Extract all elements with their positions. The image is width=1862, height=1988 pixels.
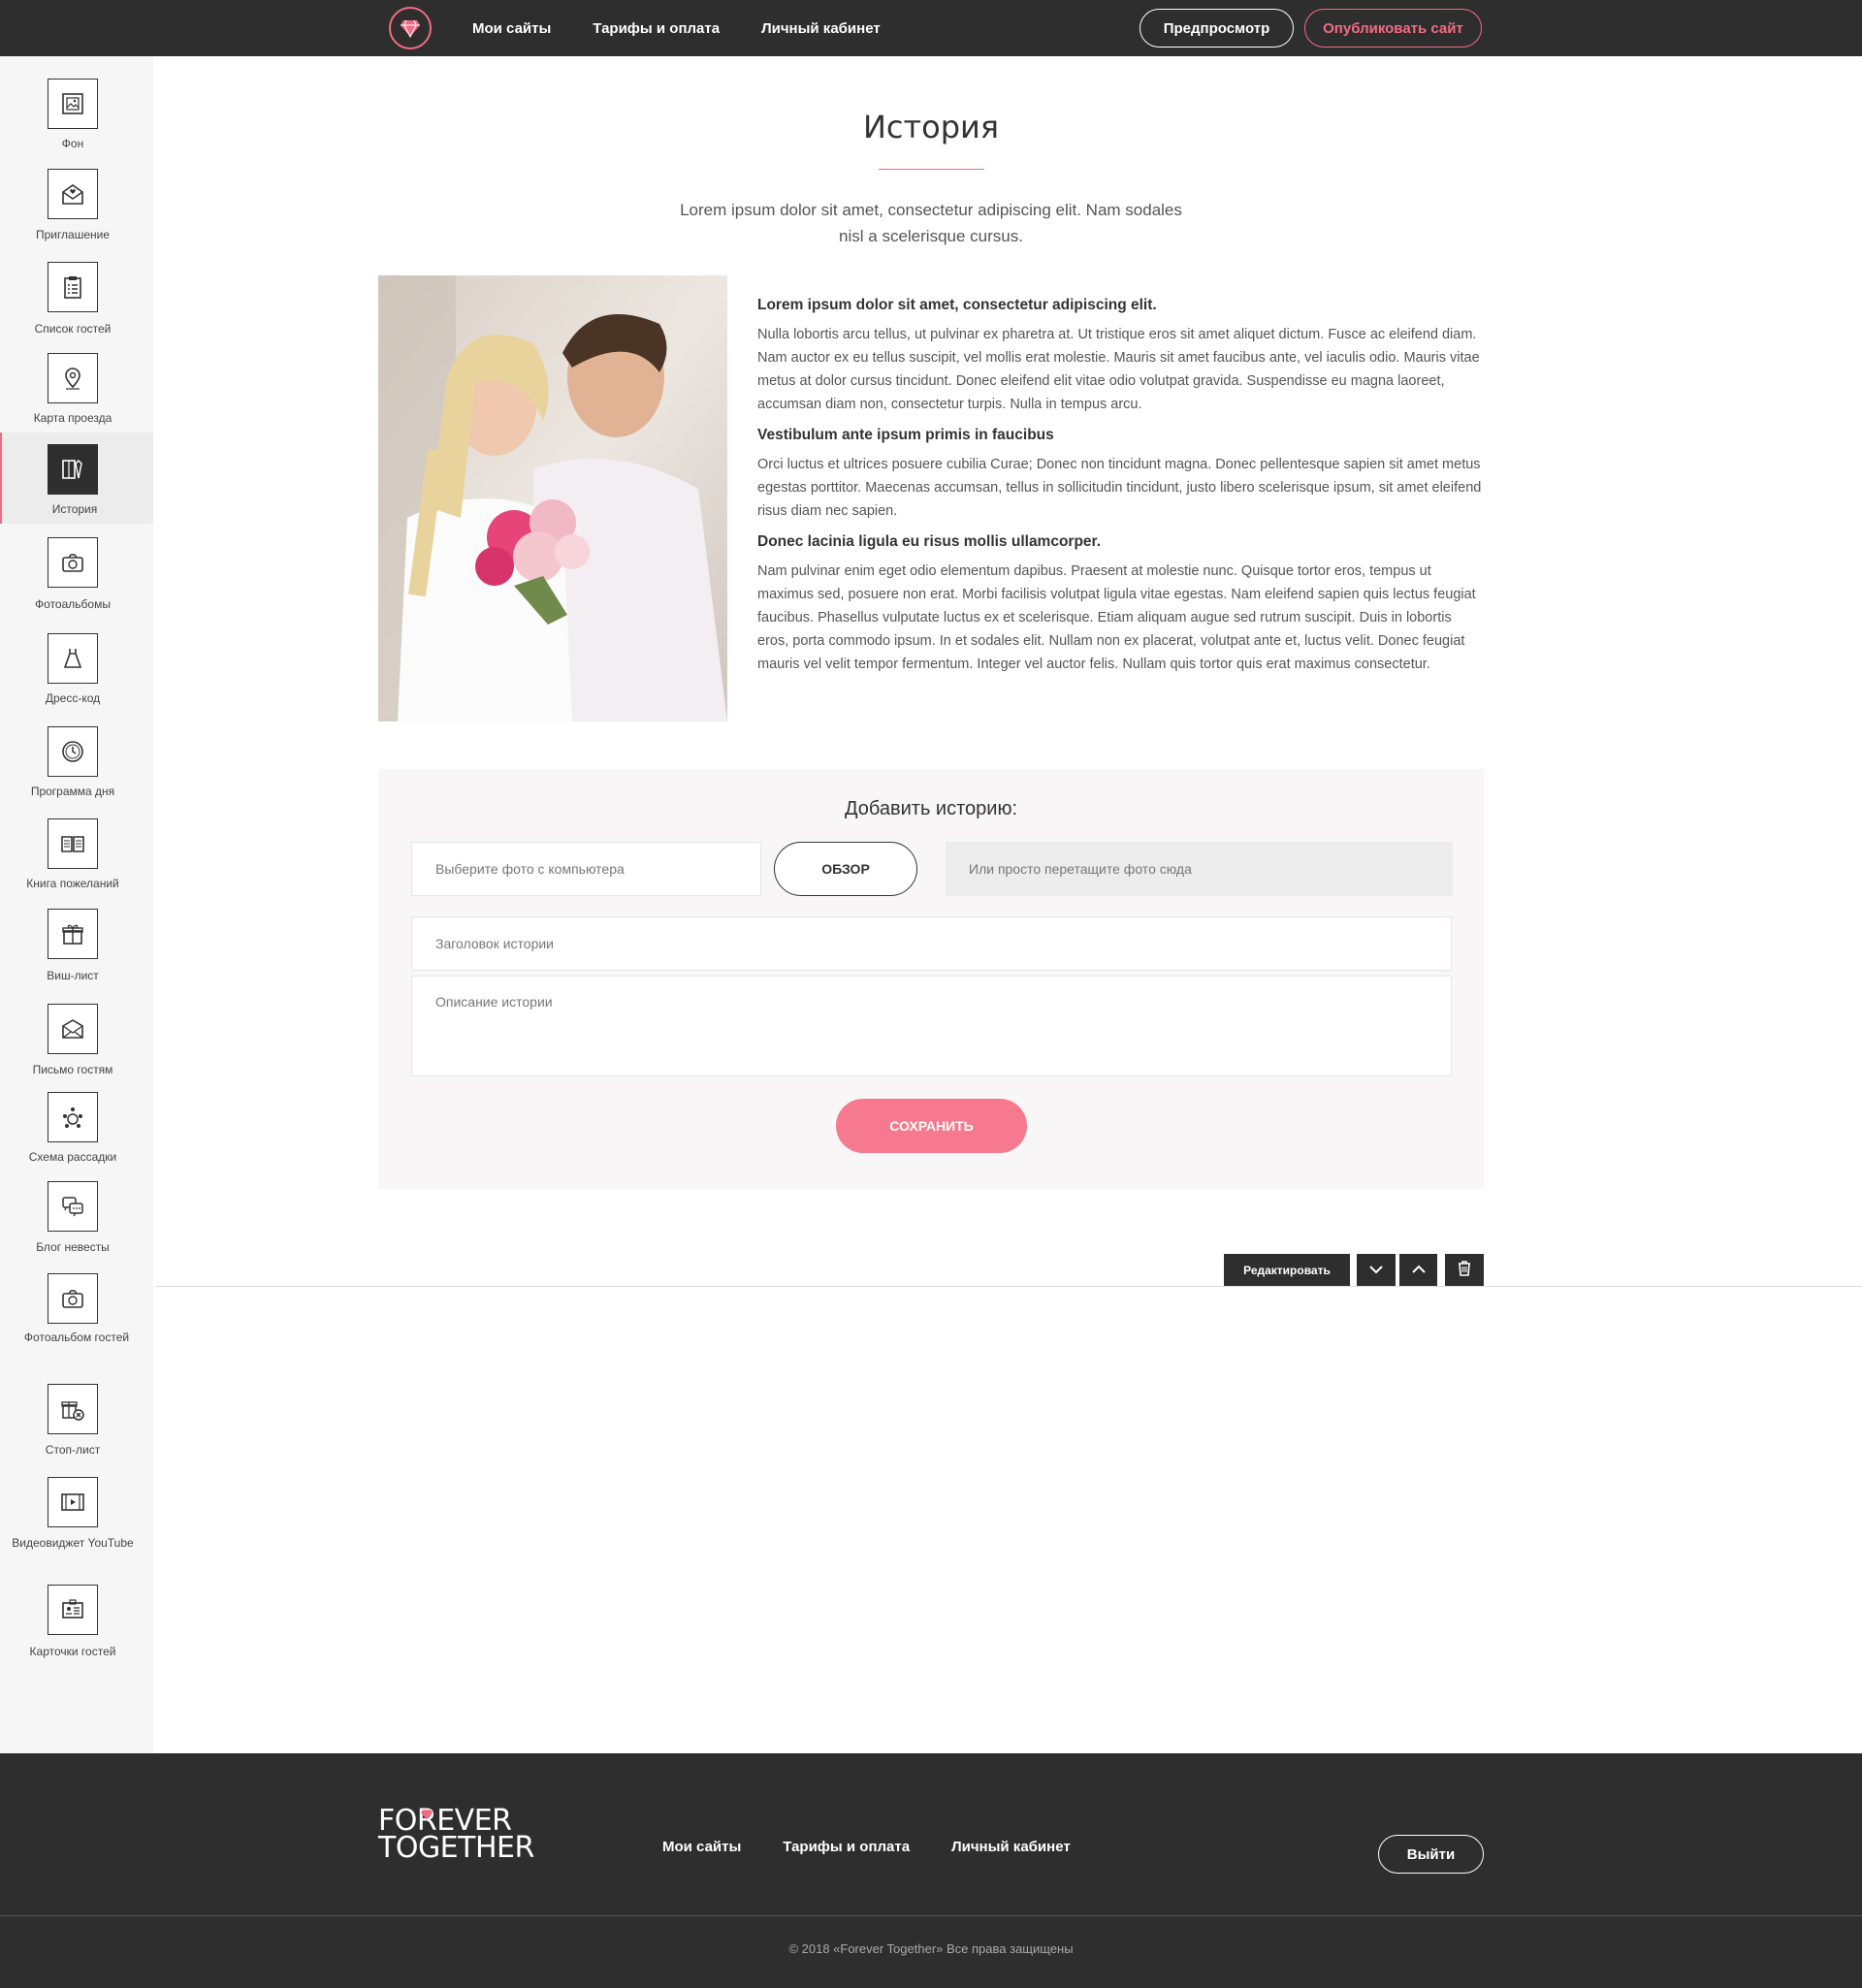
footer-divider xyxy=(0,1915,1862,1916)
photo-drop-zone[interactable]: Или просто перетащите фото сюда xyxy=(946,842,1453,896)
sidebar-item-label: Книга пожеланий xyxy=(26,877,119,890)
chevron-up-icon xyxy=(1411,1264,1427,1277)
title-divider xyxy=(879,169,984,170)
sidebar-item-label: Карта проезда xyxy=(33,411,112,425)
nav-my-sites[interactable]: Мои сайты xyxy=(472,20,551,37)
camera-icon xyxy=(48,1273,98,1324)
sidebar-item-guest-cards[interactable]: Карточки гостей xyxy=(0,1573,153,1670)
chevron-down-icon xyxy=(1368,1264,1384,1277)
story-paragraph: Nam pulvinar enim eget odio elementum da… xyxy=(757,563,1476,672)
sidebar-item-wishlist[interactable]: Виш-лист xyxy=(0,894,153,987)
delete-section-button[interactable] xyxy=(1445,1254,1484,1286)
sidebar-item-photo-albums[interactable]: Фотоальбомы xyxy=(0,524,153,617)
book-pen-icon xyxy=(48,444,98,495)
logo-diamond-icon[interactable] xyxy=(389,7,432,49)
sidebar-item-bride-blog[interactable]: Блог невесты xyxy=(0,1170,153,1261)
header-nav: Мои сайты Тарифы и оплата Личный кабинет xyxy=(472,0,922,56)
logout-button[interactable]: Выйти xyxy=(1378,1835,1484,1874)
sidebar-item-wish-book[interactable]: Книга пожеланий xyxy=(0,803,153,894)
edit-section-button[interactable]: Редактировать xyxy=(1224,1254,1350,1286)
top-header: Мои сайты Тарифы и оплата Личный кабинет… xyxy=(0,0,1862,56)
move-up-button[interactable] xyxy=(1399,1254,1437,1286)
file-path-field[interactable]: Выберите фото с компьютера xyxy=(411,842,761,896)
chat-icon xyxy=(48,1181,98,1232)
sidebar-item-label: Виш-лист xyxy=(47,969,99,982)
sidebar-item-day-program[interactable]: Программа дня xyxy=(0,712,153,803)
sidebar-item-letter[interactable]: Письмо гостям xyxy=(0,987,153,1080)
sidebar-item-label: Карточки гостей xyxy=(29,1645,116,1658)
video-icon xyxy=(48,1477,98,1527)
sidebar-item-label: Стоп-лист xyxy=(45,1443,101,1457)
sidebar-item-label: Схема рассадки xyxy=(28,1150,117,1164)
publish-site-button[interactable]: Опубликовать сайт xyxy=(1304,9,1482,48)
story-paragraph: Orci luctus et ultrices posuere cubilia … xyxy=(757,457,1482,519)
story-title-input[interactable]: Заголовок истории xyxy=(411,916,1452,971)
image-icon xyxy=(48,79,98,129)
brand-line-2: TOGETHER xyxy=(378,1831,534,1865)
story-heading: Donec lacinia ligula eu risus mollis ull… xyxy=(757,533,1102,550)
sidebar-item-stop-list[interactable]: Стоп-лист xyxy=(0,1367,153,1462)
move-down-button[interactable] xyxy=(1357,1254,1396,1286)
browse-button[interactable]: ОБЗОР xyxy=(774,842,917,896)
add-story-form: Добавить историю: Выберите фото с компью… xyxy=(378,769,1484,1189)
sidebar-item-label: Видеовиджет YouTube xyxy=(12,1536,134,1550)
footer-logo[interactable]: FOREVER TOGETHER xyxy=(378,1807,534,1865)
seating-icon xyxy=(48,1092,98,1142)
footer-nav-pricing[interactable]: Тарифы и оплата xyxy=(783,1839,910,1855)
sidebar-item-invitation[interactable]: Приглашение xyxy=(0,153,153,245)
map-pin-icon xyxy=(48,353,98,403)
trash-icon xyxy=(1458,1261,1471,1279)
section-title: История xyxy=(862,109,1000,145)
sidebar-item-dress-code[interactable]: Дресс-код xyxy=(0,617,153,712)
footer: FOREVER TOGETHER Мои сайты Тарифы и опла… xyxy=(0,1753,1862,1988)
sidebar-item-seating[interactable]: Схема рассадки xyxy=(0,1080,153,1170)
story-heading: Vestibulum ante ipsum primis in faucibus xyxy=(757,427,1054,443)
sidebar-item-label: Дресс-код xyxy=(45,691,101,705)
story-photo xyxy=(378,275,727,721)
sidebar-item-label: Блог невесты xyxy=(36,1240,110,1254)
form-title: Добавить историю: xyxy=(844,798,1018,819)
letter-icon xyxy=(48,1004,98,1054)
story-paragraph: Nulla lobortis arcu tellus, ut pulvinar … xyxy=(757,327,1480,412)
envelope-icon xyxy=(48,169,98,219)
sidebar-item-guest-album[interactable]: Фотоальбом гостей xyxy=(0,1261,153,1367)
story-text: Lorem ipsum dolor sit amet, consectetur … xyxy=(757,297,1483,687)
sidebar-item-label: Письмо гостям xyxy=(32,1063,113,1076)
sidebar-item-label: Программа дня xyxy=(30,785,115,798)
clock-icon xyxy=(48,726,98,777)
gift-cross-icon xyxy=(48,1384,98,1434)
camera-icon xyxy=(48,537,98,588)
copyright: © 2018 «Forever Together» Все права защи… xyxy=(788,1941,1074,1956)
open-book-icon xyxy=(48,818,98,869)
sidebar-item-story[interactable]: История xyxy=(0,433,153,524)
story-heading: Lorem ipsum dolor sit amet, consectetur … xyxy=(757,297,1157,313)
sidebar-item-background[interactable]: Фон xyxy=(0,56,153,153)
sidebar-item-label: Приглашение xyxy=(35,228,111,241)
sidebar-item-youtube-widget[interactable]: Видеовиджет YouTube xyxy=(0,1462,153,1573)
sidebar-item-label: Список гостей xyxy=(34,322,112,336)
dress-icon xyxy=(48,633,98,684)
sidebar-item-label: История xyxy=(51,502,98,516)
section-subtitle: Lorem ipsum dolor sit amet, consectetur … xyxy=(680,201,1182,245)
footer-nav-account[interactable]: Личный кабинет xyxy=(951,1839,1071,1855)
sidebar: Фон Приглашение Список гостей Карта прое… xyxy=(0,56,153,1753)
gift-icon xyxy=(48,909,98,959)
story-description-textarea[interactable]: Описание истории xyxy=(411,976,1452,1076)
sidebar-item-label: Фон xyxy=(61,137,84,150)
nav-pricing[interactable]: Тарифы и оплата xyxy=(593,20,720,37)
clipboard-list-icon xyxy=(48,262,98,312)
sidebar-item-guest-list[interactable]: Список гостей xyxy=(0,245,153,337)
sidebar-item-label: Фотоальбом гостей xyxy=(23,1331,130,1344)
sidebar-item-map[interactable]: Карта проезда xyxy=(0,337,153,427)
logo-diamond-icon xyxy=(420,1798,433,1825)
sidebar-item-label: Фотоальбомы xyxy=(35,597,111,611)
section-divider xyxy=(156,1286,1862,1287)
footer-nav: Мои сайты Тарифы и оплата Личный кабинет xyxy=(662,1835,1112,1858)
footer-nav-my-sites[interactable]: Мои сайты xyxy=(662,1839,741,1855)
card-icon xyxy=(48,1585,98,1635)
save-button[interactable]: СОХРАНИТЬ xyxy=(836,1099,1027,1153)
preview-button[interactable]: Предпросмотр xyxy=(1140,9,1294,48)
nav-account[interactable]: Личный кабинет xyxy=(761,20,881,37)
